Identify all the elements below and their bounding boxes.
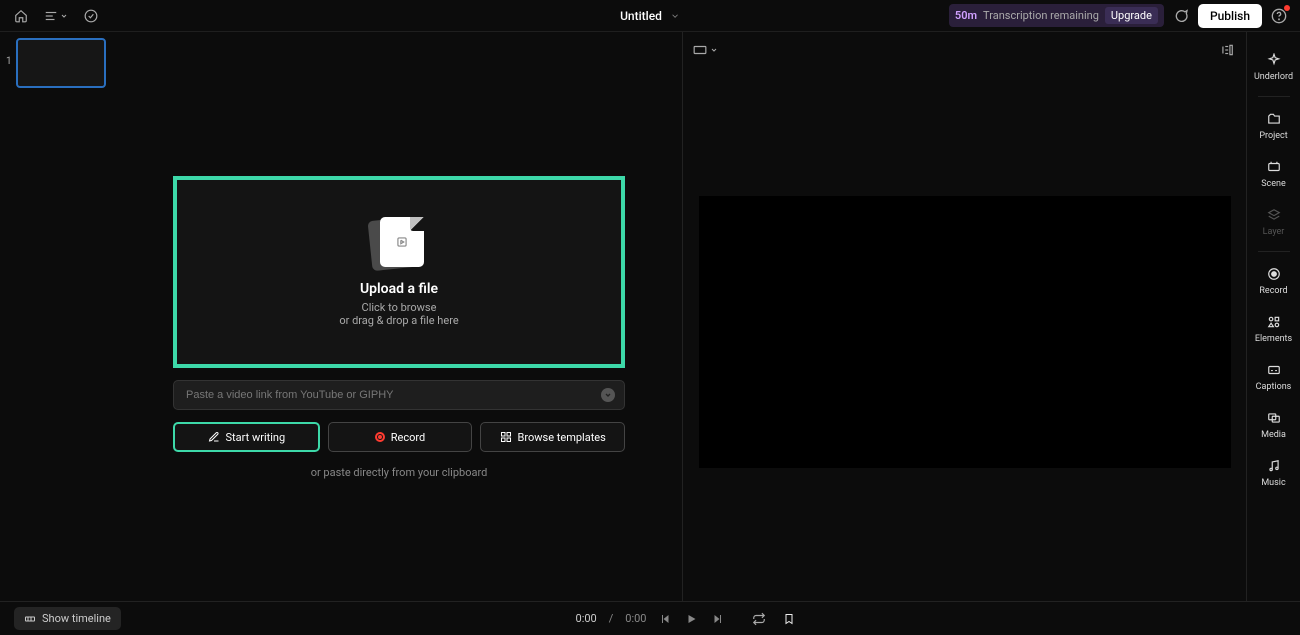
comment-icon[interactable] <box>1172 7 1190 25</box>
sparkle-icon <box>1266 52 1282 68</box>
chevron-down-icon[interactable] <box>670 11 680 21</box>
elements-icon <box>1266 314 1282 330</box>
check-icon[interactable] <box>82 7 100 25</box>
bookmark-icon[interactable] <box>780 610 798 628</box>
loop-icon[interactable] <box>750 610 768 628</box>
scene-item[interactable]: 1 <box>6 38 109 88</box>
right-sidebar: Underlord Project Scene Layer Reco <box>1246 32 1300 601</box>
upload-subtitle-1: Click to browse <box>362 301 437 314</box>
sidebar-label: Record <box>1259 286 1287 296</box>
upload-title: Upload a file <box>360 281 438 297</box>
sidebar-label: Elements <box>1255 334 1292 344</box>
file-icon <box>370 217 428 267</box>
clipboard-hint: or paste directly from your clipboard <box>146 466 652 479</box>
sidebar-label: Captions <box>1256 382 1292 392</box>
layer-icon <box>1266 207 1282 223</box>
menu-button[interactable] <box>44 7 68 25</box>
play-icon[interactable] <box>684 612 698 626</box>
sidebar-item-record[interactable]: Record <box>1247 258 1300 304</box>
time-current: 0:00 <box>576 612 597 625</box>
upgrade-button[interactable]: Upgrade <box>1105 7 1158 24</box>
sidebar-item-layer[interactable]: Layer <box>1247 199 1300 245</box>
show-timeline-button[interactable]: Show timeline <box>14 607 121 630</box>
browse-templates-button[interactable]: Browse templates <box>480 422 625 452</box>
editor-panel: Upload a file Click to browse or drag & … <box>116 32 682 601</box>
sidebar-label: Underlord <box>1254 72 1293 82</box>
help-icon[interactable] <box>1270 7 1288 25</box>
sidebar-item-media[interactable]: Media <box>1247 402 1300 448</box>
preview-canvas[interactable] <box>699 196 1231 468</box>
start-writing-button[interactable]: Start writing <box>173 422 320 452</box>
aspect-ratio-button[interactable] <box>693 41 718 59</box>
publish-button[interactable]: Publish <box>1198 4 1262 28</box>
record-circle-icon <box>1266 266 1282 282</box>
time-total: 0:00 <box>625 612 646 625</box>
time-separator: / <box>609 612 614 625</box>
layout-toggle-icon[interactable] <box>1218 41 1236 59</box>
record-label: Record <box>391 431 425 444</box>
sidebar-label: Scene <box>1261 179 1286 189</box>
sidebar-item-elements[interactable]: Elements <box>1247 306 1300 352</box>
sidebar-item-project[interactable]: Project <box>1247 103 1300 149</box>
sidebar-label: Music <box>1261 478 1285 488</box>
transcription-label: Transcription remaining <box>983 9 1099 22</box>
browse-templates-label: Browse templates <box>518 431 606 444</box>
project-title[interactable]: Untitled <box>620 9 662 23</box>
scenes-panel: 1 <box>0 32 116 601</box>
media-icon <box>1266 410 1282 426</box>
scene-thumbnail[interactable] <box>16 38 106 88</box>
captions-icon <box>1266 362 1282 378</box>
link-input-clear-icon[interactable] <box>601 388 615 402</box>
sidebar-label: Media <box>1261 430 1286 440</box>
scene-number: 1 <box>6 56 12 67</box>
show-timeline-label: Show timeline <box>42 612 111 625</box>
transport-controls: 0:00 / 0:00 <box>576 612 725 626</box>
skip-forward-icon[interactable] <box>710 612 724 626</box>
scene-icon <box>1266 159 1282 175</box>
sidebar-item-scene[interactable]: Scene <box>1247 151 1300 197</box>
notification-dot <box>1284 5 1290 11</box>
preview-panel <box>682 32 1246 601</box>
transcription-time: 50m <box>955 9 977 22</box>
sidebar-label: Layer <box>1263 227 1285 237</box>
start-writing-label: Start writing <box>226 431 286 444</box>
record-icon <box>375 432 385 442</box>
transcription-pill: 50m Transcription remaining Upgrade <box>949 4 1164 27</box>
video-link-input[interactable] <box>173 380 625 410</box>
upload-subtitle-2: or drag & drop a file here <box>339 314 458 327</box>
sidebar-label: Project <box>1259 131 1287 141</box>
upload-dropzone[interactable]: Upload a file Click to browse or drag & … <box>173 176 625 368</box>
sidebar-item-captions[interactable]: Captions <box>1247 354 1300 400</box>
home-icon[interactable] <box>12 7 30 25</box>
record-button[interactable]: Record <box>328 422 473 452</box>
music-icon <box>1266 458 1282 474</box>
folder-icon <box>1266 111 1282 127</box>
sidebar-item-underlord[interactable]: Underlord <box>1247 44 1300 90</box>
sidebar-item-music[interactable]: Music <box>1247 450 1300 496</box>
skip-back-icon[interactable] <box>658 612 672 626</box>
top-bar: Untitled 50m Transcription remaining Upg… <box>0 0 1300 32</box>
bottom-bar: Show timeline 0:00 / 0:00 <box>0 601 1300 635</box>
